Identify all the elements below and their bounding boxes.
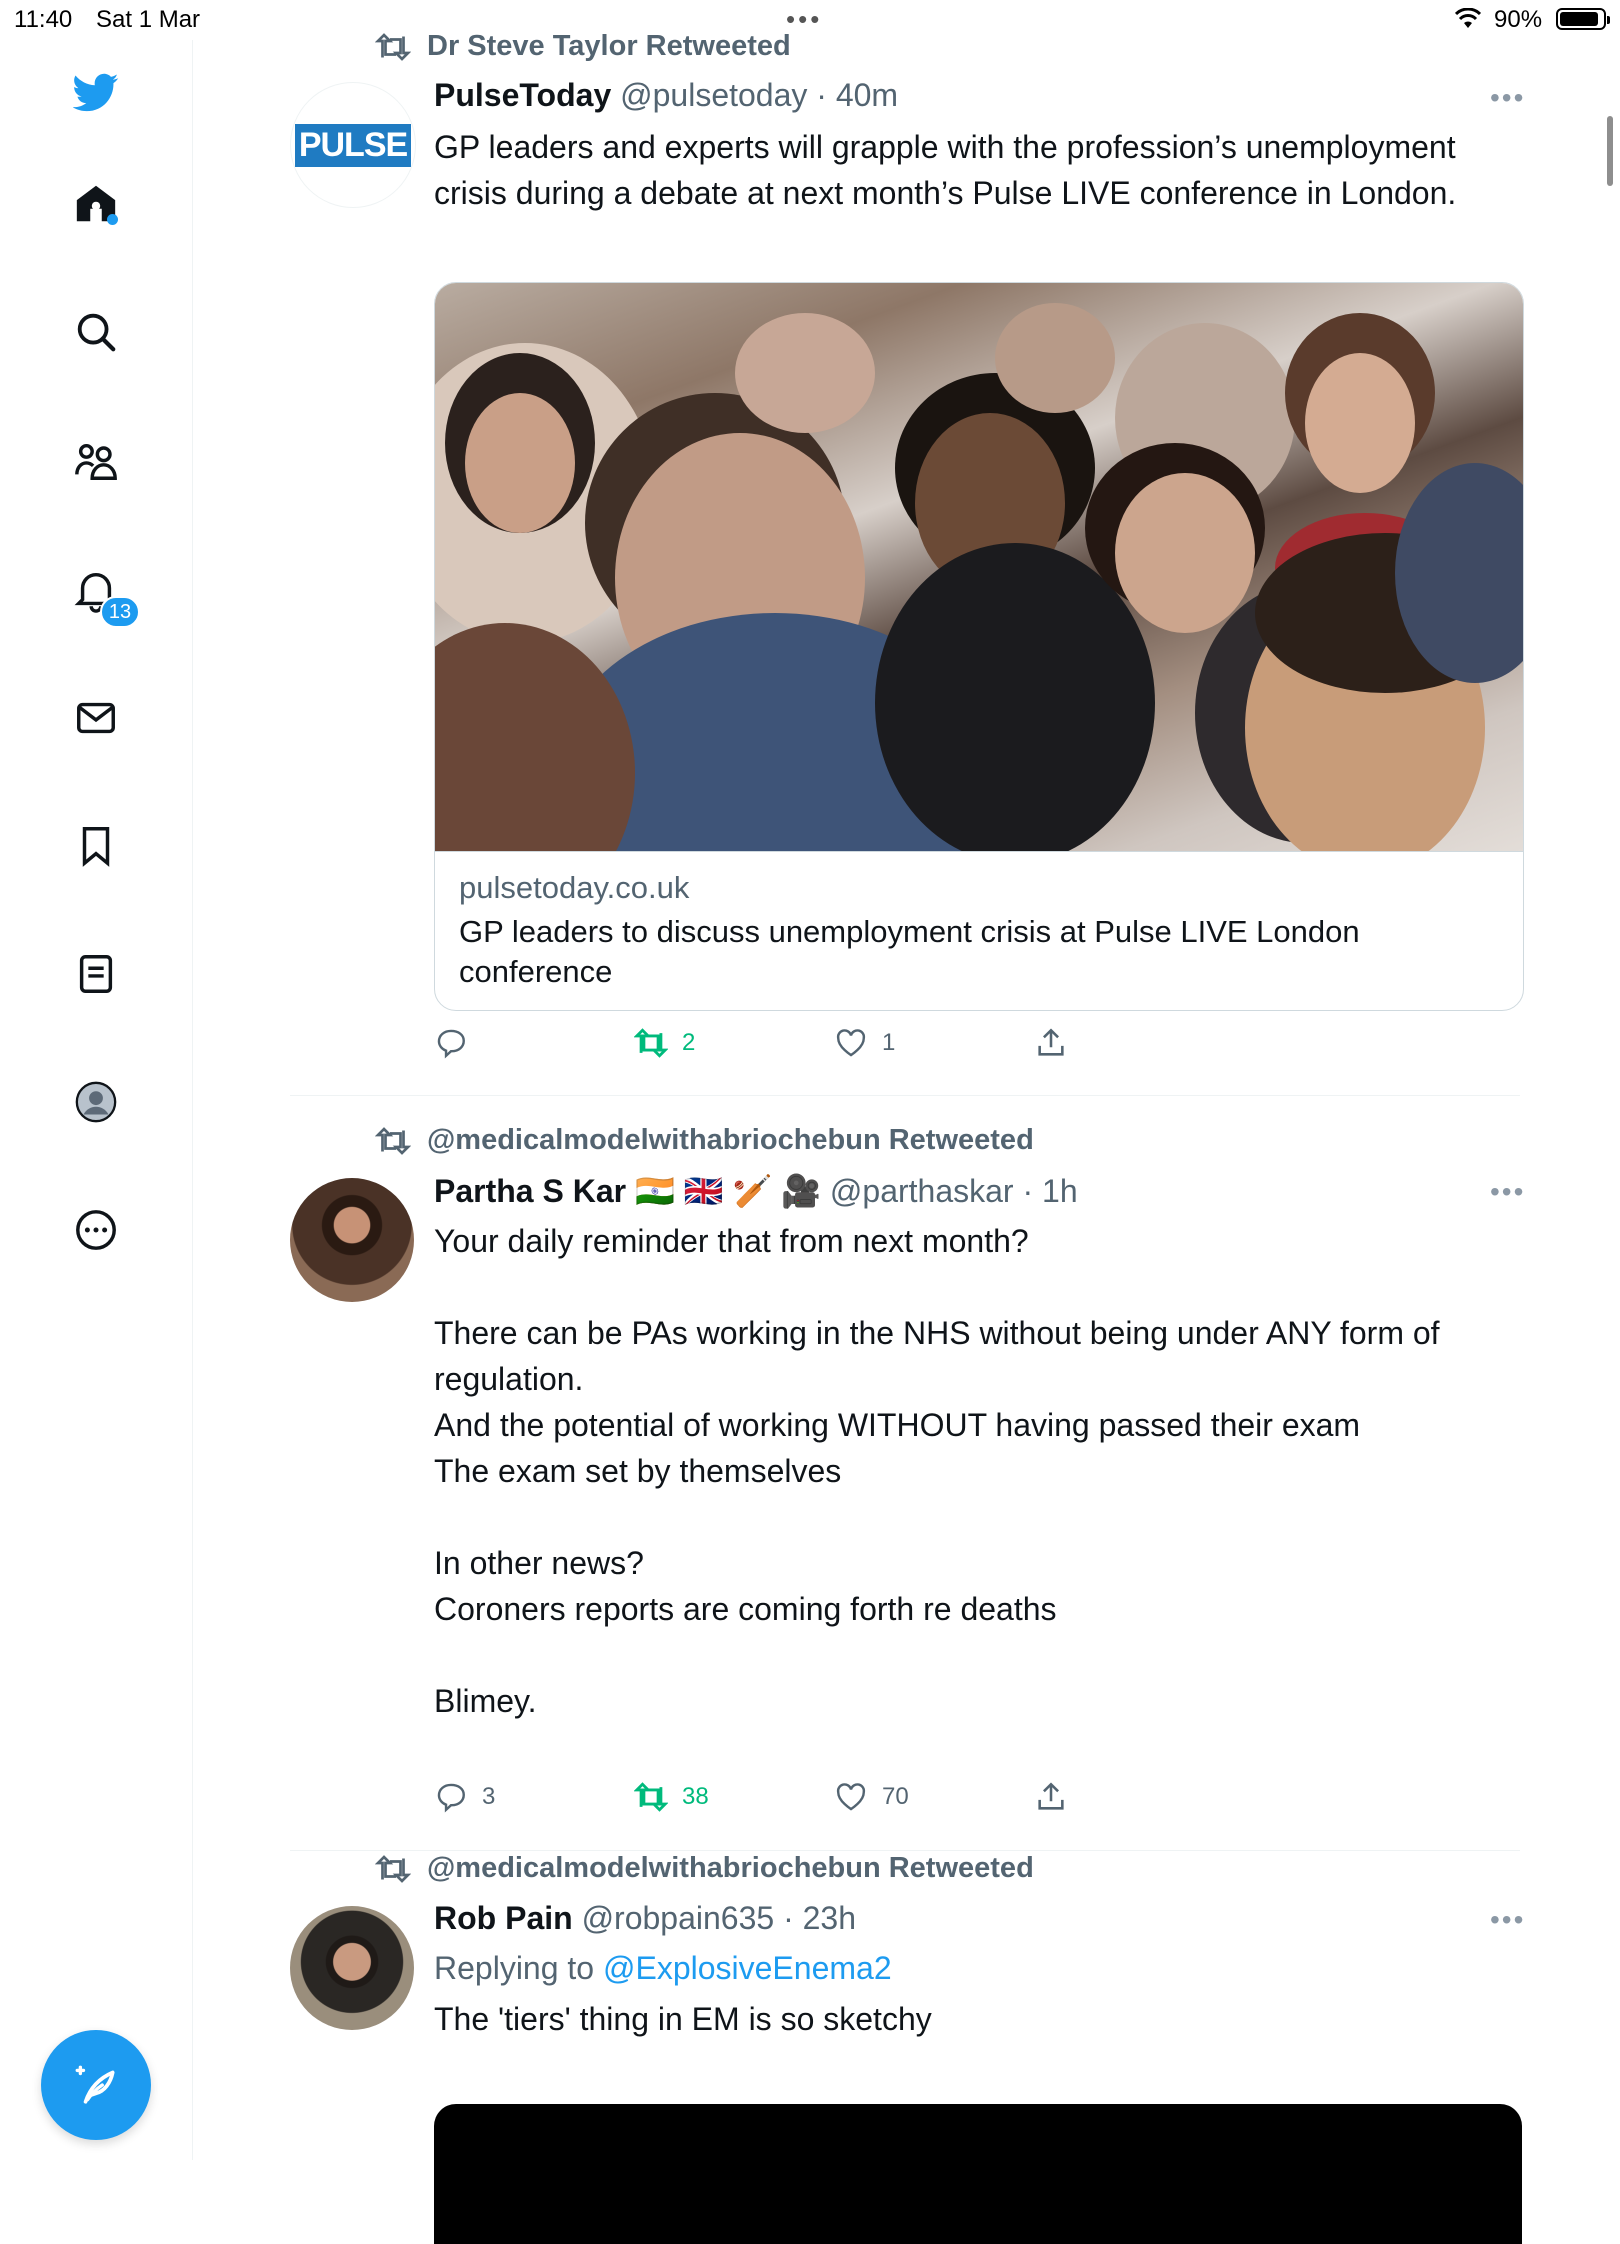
replying-to-link[interactable]: @ExplosiveEnema2 [603, 1950, 892, 1986]
compose-tweet-button[interactable] [41, 2030, 151, 2140]
avatar[interactable]: PULSE [290, 82, 416, 208]
tweet-header: PulseToday @pulsetoday · 40m [434, 77, 898, 114]
link-card-meta: pulsetoday.co.uk GP leaders to discuss u… [435, 851, 1523, 1010]
heart-icon [836, 1029, 866, 1057]
retweet-context: Dr Steve Taylor Retweeted [375, 30, 791, 63]
divider [290, 1850, 1520, 1851]
home-unread-dot [107, 214, 118, 225]
like-button[interactable]: 1 [834, 1026, 895, 1060]
retweeted-by-label: @medicalmodelwithabriochebun Retweeted [427, 1852, 1034, 1884]
retweet-context: @medicalmodelwithabriochebun Retweeted [375, 1124, 1034, 1157]
separator: · [783, 1900, 794, 1936]
display-name[interactable]: Partha S Kar [434, 1173, 626, 1209]
messages-icon[interactable] [70, 692, 122, 744]
tweet-more-icon[interactable]: ••• [1490, 1176, 1525, 1208]
tweet[interactable]: @medicalmodelwithabriochebun Retweeted R… [290, 1852, 1523, 2244]
tweet-more-icon[interactable]: ••• [1490, 1904, 1525, 1936]
retweet-small-icon [375, 1126, 411, 1155]
tweet-text: The 'tiers' thing in EM is so sketchy [434, 2001, 932, 2037]
tweet[interactable]: Dr Steve Taylor Retweeted PULSE PulseTod… [290, 30, 1524, 1096]
retweet-count: 38 [682, 1783, 709, 1810]
display-name[interactable]: PulseToday [434, 77, 611, 113]
link-card-domain: pulsetoday.co.uk [459, 870, 690, 905]
search-icon[interactable] [70, 306, 122, 358]
tweet-actions: 2 1 [434, 1026, 1234, 1066]
share-icon [1038, 1782, 1064, 1810]
share-icon [1038, 1028, 1064, 1056]
user-handle[interactable]: @parthaskar [830, 1173, 1014, 1209]
compose-feather-icon [75, 2065, 115, 2104]
heart-icon [836, 1783, 866, 1811]
tweet-more-icon[interactable]: ••• [1490, 82, 1525, 114]
battery-percent: 90% [1494, 6, 1543, 33]
share-button[interactable] [1034, 1780, 1068, 1814]
retweet-button[interactable]: 2 [634, 1026, 695, 1060]
tweet-text: GP leaders and experts will grapple with… [434, 129, 1465, 211]
sidebar: 13 [0, 40, 193, 2160]
retweet-small-icon [375, 32, 411, 61]
like-button[interactable]: 70 [834, 1780, 909, 1814]
tweet-time[interactable]: 1h [1042, 1173, 1078, 1209]
reply-icon [437, 1783, 465, 1813]
retweeted-by-label: Dr Steve Taylor Retweeted [427, 30, 791, 62]
tweet-time[interactable]: 23h [803, 1900, 856, 1936]
reply-button[interactable]: 3 [434, 1780, 495, 1814]
tweet-text: Your daily reminder that from next month… [434, 1223, 1440, 1719]
notifications-badge: 13 [100, 596, 140, 628]
like-count: 70 [882, 1783, 909, 1810]
multitasking-dots-icon[interactable]: ••• [786, 4, 822, 35]
link-card-image [435, 283, 1523, 851]
bookmarks-icon[interactable] [70, 820, 122, 872]
retweet-button[interactable]: 38 [634, 1780, 709, 1814]
like-count: 1 [882, 1029, 896, 1056]
tweet-header: Rob Pain @robpain635 · 23h [434, 1900, 856, 1937]
status-time: 11:40 [14, 6, 73, 33]
profile-icon[interactable] [70, 1076, 122, 1128]
avatar[interactable] [290, 1906, 414, 2030]
lists-icon[interactable] [70, 948, 122, 1000]
link-card-title: GP leaders to discuss unemployment crisi… [459, 914, 1360, 989]
share-button[interactable] [1034, 1026, 1068, 1060]
tweet-actions: 3 38 70 [434, 1780, 1234, 1820]
tweet-media[interactable] [434, 2104, 1522, 2244]
reply-count: 3 [482, 1783, 496, 1810]
reply-icon [437, 1029, 465, 1059]
separator: · [816, 77, 827, 113]
display-name[interactable]: Rob Pain [434, 1900, 573, 1936]
retweet-count: 2 [682, 1029, 696, 1056]
pulse-logo: PULSE [294, 123, 412, 167]
retweet-small-icon [375, 1854, 411, 1883]
retweet-icon [634, 1028, 668, 1058]
battery-level-fill [1560, 12, 1598, 26]
link-card[interactable]: pulsetoday.co.uk GP leaders to discuss u… [434, 282, 1524, 1011]
tweet-time[interactable]: 40m [836, 77, 898, 113]
scrollbar[interactable] [1607, 116, 1613, 186]
twitter-logo-icon[interactable] [70, 66, 122, 118]
status-bar: 11:40 Sat 1 Mar ••• 90% [0, 0, 1620, 40]
user-handle[interactable]: @pulsetoday [620, 77, 807, 113]
user-handle[interactable]: @robpain635 [582, 1900, 775, 1936]
communities-icon[interactable] [70, 435, 122, 487]
retweeted-by-label: @medicalmodelwithabriochebun Retweeted [427, 1124, 1034, 1156]
display-name-emoji: 🇮🇳 🇬🇧 🏏 🎥 [634, 1173, 822, 1209]
tweet-header: Partha S Kar 🇮🇳 🇬🇧 🏏 🎥 @parthaskar · 1h [434, 1172, 1078, 1210]
separator: · [1022, 1173, 1034, 1209]
wifi-icon [1454, 7, 1482, 37]
avatar[interactable] [290, 1178, 414, 1302]
replying-label: Replying to [434, 1950, 595, 1986]
status-date: Sat 1 Mar [96, 6, 201, 33]
more-icon[interactable] [70, 1204, 122, 1256]
battery-icon [1556, 8, 1610, 30]
retweet-context: @medicalmodelwithabriochebun Retweeted [375, 1852, 1034, 1885]
replying-to-line: Replying to @ExplosiveEnema2 [434, 1950, 892, 1987]
retweet-icon [634, 1782, 668, 1812]
reply-button[interactable] [434, 1026, 482, 1060]
tweet[interactable]: @medicalmodelwithabriochebun Retweeted P… [290, 1096, 1523, 1851]
